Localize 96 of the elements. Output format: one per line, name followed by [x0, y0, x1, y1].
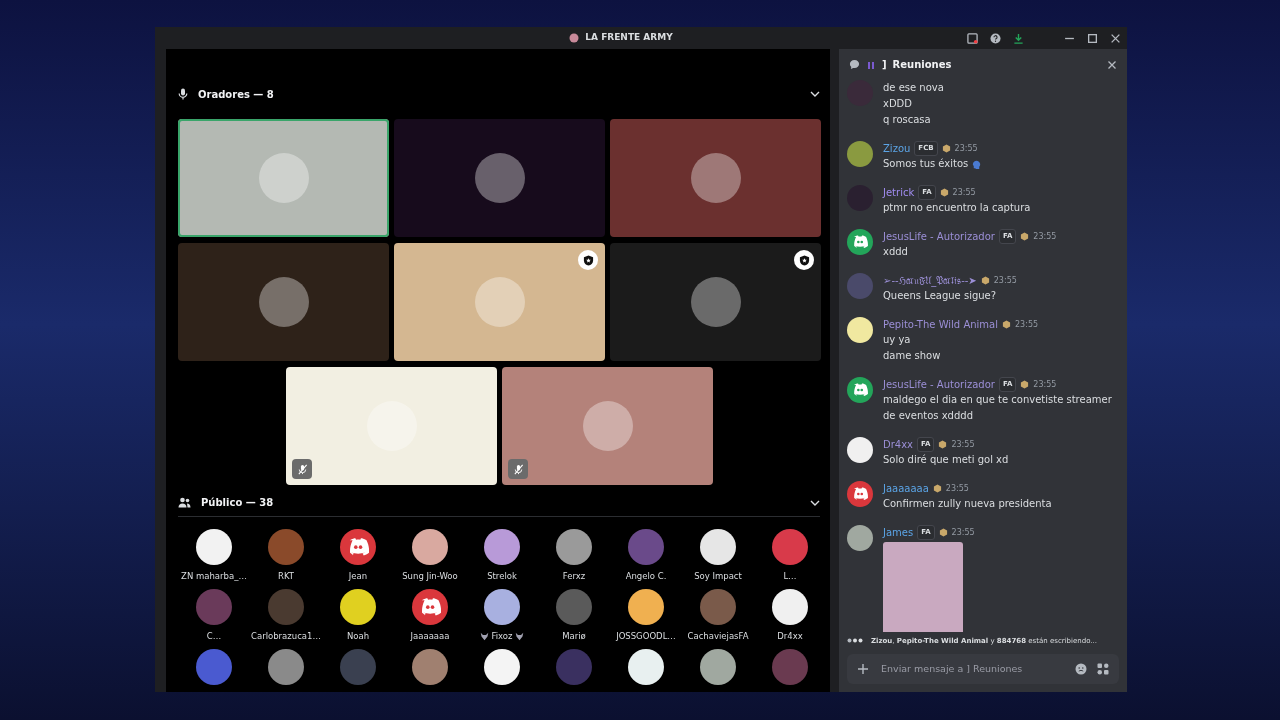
timestamp: 23:55: [951, 526, 975, 539]
chevron-down-icon[interactable]: [810, 90, 820, 98]
speaker-tile[interactable]: [610, 119, 821, 237]
member-name: C…: [206, 629, 222, 643]
author-name[interactable]: JesusLife - Autorizador: [883, 377, 995, 392]
message-text: q roscasa: [883, 113, 932, 127]
member-name: L…: [783, 570, 797, 583]
member-name: RKT: [278, 570, 294, 583]
role-badge-icon: [1020, 232, 1030, 241]
help-icon[interactable]: [990, 32, 1001, 44]
member-name: Jean: [348, 570, 368, 583]
typing-dots-icon: [847, 638, 863, 644]
speaker-tile[interactable]: [178, 119, 389, 237]
message-text: Queens League sigue?: [883, 289, 998, 303]
member-name: Mariø: [562, 629, 586, 643]
window-title: LA FRENTE ARMY: [585, 31, 673, 45]
author-name[interactable]: James: [883, 525, 914, 540]
author-name[interactable]: ➢--ℌ𝔞𝔯𝔲𝔉𝔘_𝔓𝔞𝔯𝔩𝔦𝔰--➤: [883, 273, 977, 288]
microphone-icon: [178, 88, 188, 100]
speaker-tile[interactable]: [394, 119, 605, 237]
author-name[interactable]: Jaaaaaaa: [883, 481, 929, 496]
avatar-photo: [258, 153, 309, 203]
avatar-photo: [474, 153, 525, 203]
apps-icon[interactable]: [1097, 663, 1109, 675]
people-icon: [178, 497, 191, 508]
timestamp: 23:55: [1033, 230, 1057, 243]
server-icon: [569, 33, 580, 43]
message-text: Somos tus éxitos: [883, 157, 969, 171]
timestamp: 23:55: [945, 482, 969, 495]
member-name: Jaaaaaaa: [410, 629, 450, 643]
member-name: Ferxz: [562, 570, 586, 583]
chevron-down-icon[interactable]: [810, 498, 820, 507]
channel-prefix: ]: [882, 58, 887, 72]
role-badge-icon: [1020, 380, 1030, 389]
member-name: Noah: [346, 629, 370, 643]
timestamp: 23:55: [954, 142, 978, 155]
member-name: Dr4xx: [777, 629, 803, 643]
channel-title: Reuniones: [892, 58, 952, 72]
member-name: Angelo C.: [625, 570, 667, 583]
message-text: xDDD: [883, 97, 914, 111]
channel-emoji-icon: [866, 59, 876, 70]
message-composer[interactable]: Enviar mensaje a ] Reuniones: [847, 654, 1119, 684]
section-title: Oradores — 8: [198, 87, 274, 102]
role-badge-icon: [941, 144, 951, 153]
avatar-photo: [690, 277, 741, 327]
member-name: JOSSGOODL…: [616, 629, 676, 643]
role-badge-icon: [932, 484, 942, 493]
author-name[interactable]: JesusLife - Autorizador: [883, 229, 995, 244]
download-icon[interactable]: [1013, 32, 1024, 44]
speaker-tile[interactable]: [178, 243, 389, 361]
message-text: de ese nova: [883, 81, 945, 95]
author-name[interactable]: Zizou: [883, 141, 911, 156]
close-icon[interactable]: [1107, 59, 1117, 70]
message-text: ptmr no encuentro la captura: [883, 201, 1032, 215]
member-name: Fixoz: [491, 629, 513, 643]
member-name: Carlobrazuca1…: [251, 629, 321, 643]
message-text: Confirmen zully nueva presidenta: [883, 497, 1053, 511]
message-text: dame show: [883, 349, 942, 363]
avatar-photo: [582, 401, 633, 451]
member-name: Strelok: [487, 570, 517, 583]
role-badge-icon: [938, 528, 948, 537]
role-badge-icon: [1002, 320, 1011, 329]
role-badge-icon: [980, 276, 990, 285]
role-badge-icon: [939, 188, 949, 197]
avatar-photo: [258, 277, 309, 327]
message-text: uy ya: [883, 333, 912, 347]
maximize-icon[interactable]: [1087, 32, 1098, 44]
timestamp: 23:55: [993, 274, 1017, 287]
timestamp: 23:55: [1033, 378, 1057, 391]
timestamp: 23:55: [1015, 318, 1039, 331]
member-name: ZN maharba_…: [181, 570, 247, 583]
member-name: Sung Jin-Woo: [402, 570, 458, 583]
plus-icon[interactable]: [857, 663, 869, 675]
role-badge-icon: [938, 440, 948, 449]
avatar-photo: [474, 277, 525, 327]
member-name: CachaviejasFA: [687, 629, 749, 643]
timestamp: 23:55: [952, 186, 976, 199]
author-name[interactable]: Jetrick: [883, 185, 915, 200]
message-text: maldego el dia en que te convetiste streamer de eventos xdddd: [883, 393, 1113, 423]
speaker-tile[interactable]: [502, 367, 713, 485]
section-title: Público — 38: [201, 496, 274, 510]
avatar-photo: [690, 153, 741, 203]
speaker-tile[interactable]: [394, 243, 605, 361]
inbox-icon[interactable]: [967, 32, 978, 44]
close-icon[interactable]: [1110, 32, 1121, 44]
author-name[interactable]: Dr4xx: [883, 437, 913, 452]
author-name[interactable]: Pepito-The Wild Animal: [883, 317, 998, 332]
message-text: xddd: [883, 245, 909, 259]
speaker-tile[interactable]: [610, 243, 821, 361]
message-text: Solo diré que meti gol xd: [883, 453, 1010, 467]
member-name: Soy Impact: [694, 570, 742, 583]
timestamp: 23:55: [951, 438, 975, 451]
speech-bubble-icon: [849, 59, 860, 70]
speaker-tile[interactable]: [286, 367, 497, 485]
message-input[interactable]: Enviar mensaje a ] Reuniones: [879, 660, 1065, 678]
emoji-icon[interactable]: [1075, 663, 1087, 675]
